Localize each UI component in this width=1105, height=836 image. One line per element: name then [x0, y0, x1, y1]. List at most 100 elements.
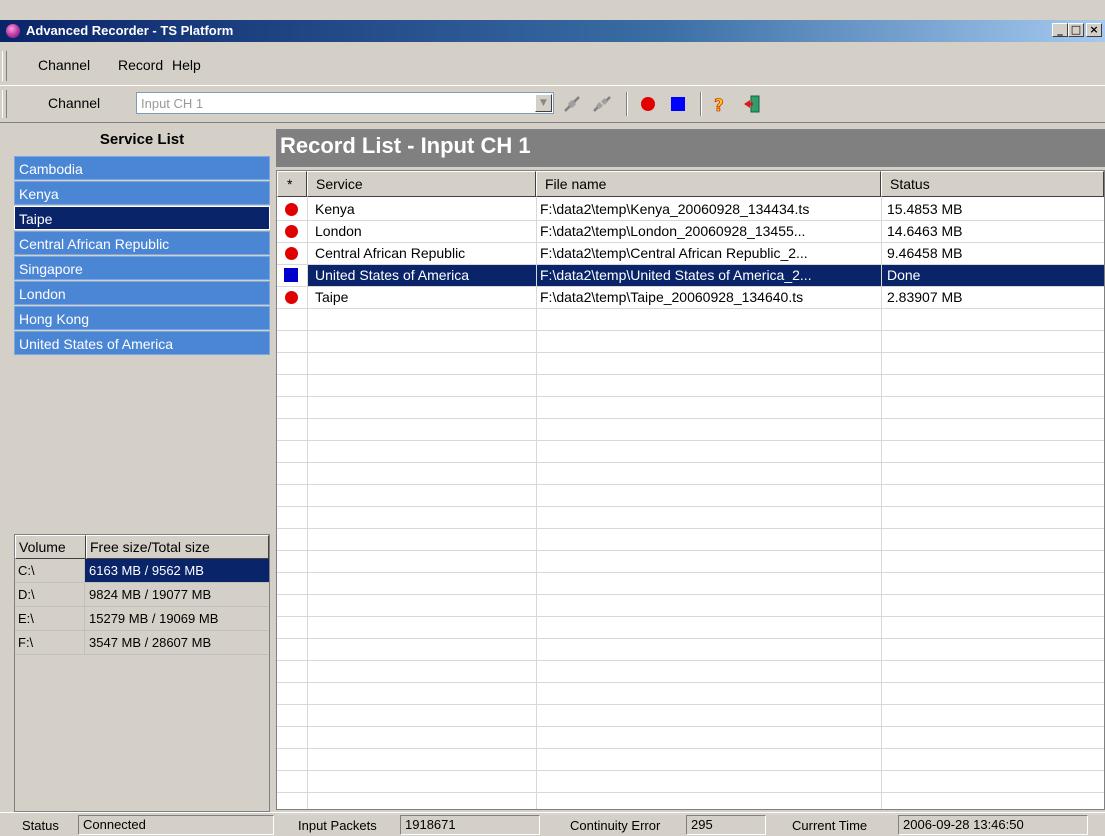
status-cell: Done [882, 265, 1104, 286]
stop-indicator-icon [284, 268, 298, 282]
table-row[interactable]: Taipe F:\data2\temp\Taipe_20060928_13464… [277, 287, 1104, 309]
empty-row [277, 683, 1104, 705]
volume-column-header[interactable]: Volume [15, 535, 86, 559]
record-list-title: Record List - Input CH 1 [280, 133, 531, 158]
empty-row [277, 551, 1104, 573]
volume-row[interactable]: E:\ 15279 MB / 19069 MB [15, 607, 269, 631]
service-item-united-states-of-america[interactable]: United States of America [14, 331, 270, 355]
empty-row [277, 353, 1104, 375]
empty-row [277, 595, 1104, 617]
empty-row [277, 441, 1104, 463]
service-cell: Kenya [315, 201, 355, 217]
channel-select[interactable]: Input CH 1 ▼ [136, 92, 554, 114]
empty-row [277, 573, 1104, 595]
empty-row [277, 617, 1104, 639]
record-indicator-icon [285, 203, 298, 216]
help-icon[interactable]: ? [710, 94, 730, 117]
empty-row [277, 485, 1104, 507]
filename-cell: F:\data2\temp\United States of America_2… [537, 265, 881, 286]
app-icon [6, 24, 20, 38]
menu-help[interactable]: Help [172, 57, 201, 73]
service-item-singapore[interactable]: Singapore [14, 256, 270, 280]
service-list: Cambodia Kenya Taipe Central African Rep… [14, 156, 270, 356]
empty-row [277, 661, 1104, 683]
service-column-header[interactable]: Service [307, 171, 536, 197]
table-row[interactable]: London F:\data2\temp\London_20060928_134… [277, 221, 1104, 243]
record-indicator-icon [285, 247, 298, 260]
volume-row[interactable]: F:\ 3547 MB / 28607 MB [15, 631, 269, 655]
filename-cell: F:\data2\temp\London_20060928_13455... [540, 223, 806, 239]
volume-cell: C:\ [15, 559, 85, 583]
channel-select-value: Input CH 1 [141, 96, 204, 111]
connect-icon[interactable] [562, 94, 582, 114]
service-cell: London [315, 223, 362, 239]
service-list-title: Service List [99, 131, 185, 148]
filename-cell: F:\data2\temp\Kenya_20060928_134434.ts [540, 201, 810, 217]
disconnect-icon[interactable] [592, 94, 612, 114]
chevron-down-icon[interactable]: ▼ [535, 94, 552, 112]
close-button[interactable]: × [1086, 23, 1102, 37]
empty-row [277, 463, 1104, 485]
filename-column-header[interactable]: File name [536, 171, 881, 197]
table-row[interactable]: United States of America F:\data2\temp\U… [277, 265, 1104, 287]
empty-row [277, 529, 1104, 551]
service-item-kenya[interactable]: Kenya [14, 181, 270, 205]
size-column-header[interactable]: Free size/Total size [86, 535, 269, 559]
toolbar-separator [700, 92, 702, 116]
empty-row [277, 771, 1104, 793]
table-row[interactable]: Kenya F:\data2\temp\Kenya_20060928_13443… [277, 199, 1104, 221]
packets-value: 1918671 [400, 815, 540, 835]
empty-row [277, 309, 1104, 331]
marker-column-header[interactable]: * [277, 171, 307, 197]
filename-cell: F:\data2\temp\Taipe_20060928_134640.ts [540, 289, 804, 305]
service-item-central-african-republic[interactable]: Central African Republic [14, 231, 270, 255]
status-cell: 2.83907 MB [887, 289, 963, 305]
status-value: Connected [78, 815, 274, 835]
menu-grip[interactable] [2, 51, 7, 81]
minimize-button[interactable]: _ [1052, 23, 1068, 37]
empty-row [277, 331, 1104, 353]
channel-label: Channel [48, 95, 101, 111]
service-item-cambodia[interactable]: Cambodia [14, 156, 270, 180]
empty-row [277, 419, 1104, 441]
app-window: Advanced Recorder - TS Platform _ □ × Ch… [0, 0, 1105, 836]
empty-row [277, 727, 1104, 749]
menu-bar: Channel Record Help [0, 45, 1105, 85]
status-label: Status [22, 818, 59, 833]
empty-row [277, 507, 1104, 529]
service-item-london[interactable]: London [14, 281, 270, 305]
stop-icon[interactable] [668, 94, 688, 114]
empty-row [277, 375, 1104, 397]
title-bar[interactable]: Advanced Recorder - TS Platform _ □ × [0, 20, 1105, 42]
volume-row[interactable]: D:\ 9824 MB / 19077 MB [15, 583, 269, 607]
record-icon[interactable] [638, 94, 658, 114]
toolbar-separator [626, 92, 628, 116]
empty-row [277, 705, 1104, 727]
status-cell: 15.4853 MB [887, 201, 963, 217]
service-item-hong-kong[interactable]: Hong Kong [14, 306, 270, 330]
size-cell: 6163 MB / 9562 MB [85, 559, 269, 583]
toolbar-grip[interactable] [2, 90, 7, 118]
empty-row [277, 397, 1104, 419]
service-item-taipe[interactable]: Taipe [14, 206, 270, 230]
volume-row[interactable]: C:\ 6163 MB / 9562 MB [15, 559, 269, 583]
service-cell: Central African Republic [315, 245, 466, 261]
exit-icon[interactable] [742, 94, 762, 114]
volume-cell: D:\ [15, 583, 85, 607]
status-cell: 14.6463 MB [887, 223, 963, 239]
empty-row [277, 639, 1104, 661]
current-time-label: Current Time [792, 818, 868, 833]
maximize-button[interactable]: □ [1068, 23, 1084, 37]
menu-channel[interactable]: Channel [38, 57, 90, 73]
volume-table: Volume Free size/Total size C:\ 6163 MB … [14, 534, 270, 812]
status-column-header[interactable]: Status [881, 171, 1104, 197]
current-time-value: 2006-09-28 13:46:50 [898, 815, 1088, 835]
status-cell: 9.46458 MB [887, 245, 963, 261]
menu-record[interactable]: Record [118, 57, 163, 73]
svg-text:?: ? [714, 96, 724, 114]
record-indicator-icon [285, 291, 298, 304]
table-row[interactable]: Central African Republic F:\data2\temp\C… [277, 243, 1104, 265]
size-cell: 9824 MB / 19077 MB [85, 583, 269, 607]
size-cell: 3547 MB / 28607 MB [85, 631, 269, 655]
record-table[interactable]: * Service File name Status Kenya F:\data… [276, 170, 1105, 815]
